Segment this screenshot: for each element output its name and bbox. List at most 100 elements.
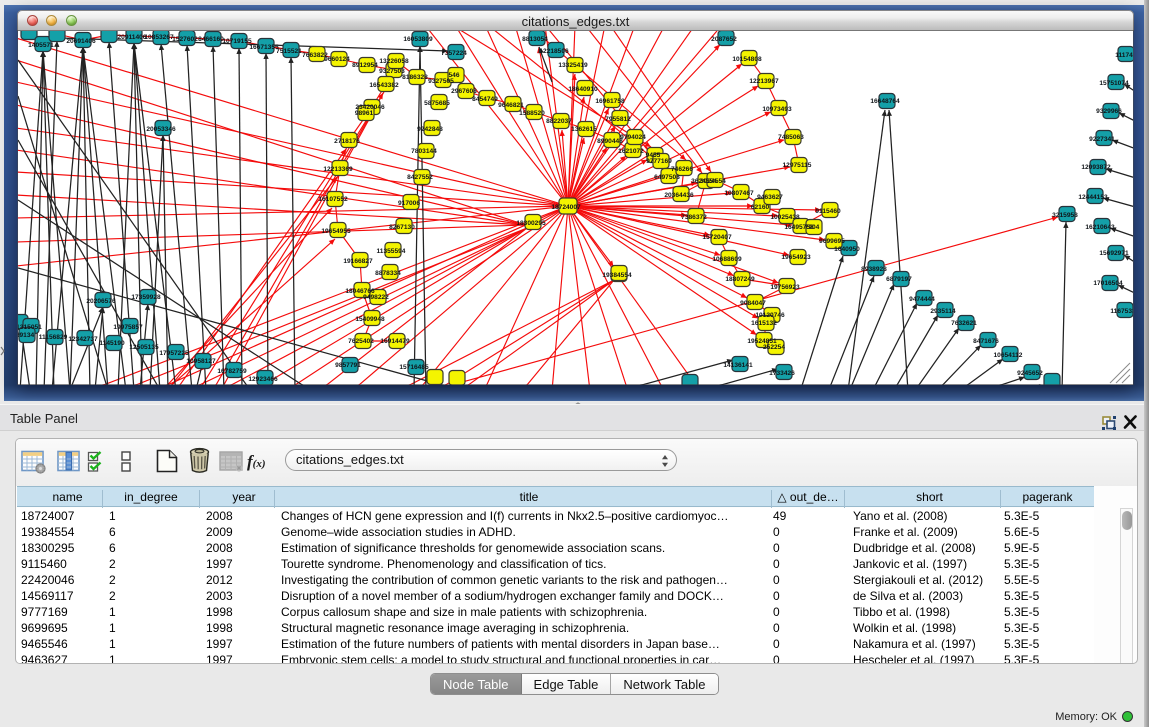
svg-text:8471676: 8471676 bbox=[973, 338, 999, 345]
svg-text:8267130: 8267130 bbox=[389, 224, 415, 231]
svg-text:18300295: 18300295 bbox=[516, 220, 546, 227]
svg-text:9463627: 9463627 bbox=[757, 194, 783, 201]
svg-text:9699695: 9699695 bbox=[819, 238, 845, 245]
svg-text:19756923: 19756923 bbox=[770, 284, 800, 291]
svg-text:13226058: 13226058 bbox=[379, 58, 409, 65]
svg-text:9327505: 9327505 bbox=[428, 78, 454, 85]
svg-text:1362615: 1362615 bbox=[571, 126, 597, 133]
svg-text:1315051: 1315051 bbox=[18, 324, 42, 331]
svg-text:7485063: 7485063 bbox=[778, 134, 804, 141]
svg-text:16543382: 16543382 bbox=[369, 82, 399, 89]
svg-text:8822037: 8822037 bbox=[546, 118, 572, 125]
svg-text:8938928: 8938928 bbox=[861, 266, 887, 273]
svg-text:20206576: 20206576 bbox=[86, 298, 116, 305]
svg-text:7904: 7904 bbox=[805, 224, 820, 231]
svg-text:1733426: 1733426 bbox=[769, 370, 795, 377]
svg-text:12093872: 12093872 bbox=[1081, 164, 1111, 171]
svg-text:19975857: 19975857 bbox=[113, 324, 143, 331]
svg-text:5875685: 5875685 bbox=[424, 100, 450, 107]
svg-text:9227341: 9227341 bbox=[1089, 136, 1115, 143]
svg-text:19654955: 19654955 bbox=[321, 228, 351, 235]
svg-text:18724007: 18724007 bbox=[551, 204, 581, 211]
svg-text:12342737: 12342737 bbox=[68, 336, 98, 343]
svg-text:15751074: 15751074 bbox=[1099, 80, 1129, 87]
svg-text:7955812: 7955812 bbox=[605, 116, 631, 123]
svg-text:746266: 746266 bbox=[671, 166, 693, 173]
svg-text:7632621: 7632621 bbox=[951, 320, 977, 327]
svg-text:1588520: 1588520 bbox=[519, 110, 545, 117]
svg-text:16914479: 16914479 bbox=[380, 338, 410, 345]
svg-text:1527602: 1527602 bbox=[172, 36, 198, 43]
svg-text:12218506: 12218506 bbox=[539, 48, 569, 55]
svg-text:7386372: 7386372 bbox=[681, 214, 707, 221]
svg-text:16961758: 16961758 bbox=[595, 98, 625, 105]
svg-text:12444153: 12444153 bbox=[1078, 194, 1108, 201]
svg-text:8427552: 8427552 bbox=[407, 174, 433, 181]
svg-text:10120746: 10120746 bbox=[755, 312, 785, 319]
svg-text:15720407: 15720407 bbox=[702, 234, 732, 241]
svg-text:10688609: 10688609 bbox=[712, 256, 742, 263]
svg-text:12213369: 12213369 bbox=[323, 166, 353, 173]
svg-text:9474444: 9474444 bbox=[909, 296, 935, 303]
svg-text:1640950: 1640950 bbox=[834, 246, 860, 253]
svg-text:10719155: 10719155 bbox=[222, 38, 252, 45]
svg-text:8912954: 8912954 bbox=[352, 62, 378, 69]
svg-text:9245652: 9245652 bbox=[1017, 370, 1043, 377]
svg-text:19384554: 19384554 bbox=[602, 272, 632, 279]
svg-text:12505135: 12505135 bbox=[129, 344, 159, 351]
svg-text:20364436: 20364436 bbox=[664, 192, 694, 199]
svg-text:252254: 252254 bbox=[763, 344, 785, 351]
svg-text:13325419: 13325419 bbox=[558, 62, 588, 69]
svg-text:1145190: 1145190 bbox=[99, 340, 125, 347]
svg-text:10958127: 10958127 bbox=[186, 358, 216, 365]
svg-text:8454749: 8454749 bbox=[472, 96, 498, 103]
svg-text:16053809: 16053809 bbox=[403, 36, 433, 43]
svg-text:19166827: 19166827 bbox=[343, 258, 373, 265]
svg-text:1167533: 1167533 bbox=[1110, 308, 1133, 315]
svg-text:17359928: 17359928 bbox=[131, 294, 161, 301]
svg-text:20911406: 20911406 bbox=[118, 34, 147, 41]
svg-text:20691406: 20691406 bbox=[66, 38, 96, 45]
svg-text:98961: 98961 bbox=[355, 110, 374, 117]
svg-text:16671355: 16671355 bbox=[249, 44, 279, 51]
svg-text:16782759: 16782759 bbox=[217, 368, 247, 375]
svg-text:10807467: 10807467 bbox=[724, 190, 754, 197]
svg-text:15692971: 15692971 bbox=[1099, 250, 1129, 257]
svg-text:39134: 39134 bbox=[18, 332, 34, 339]
svg-text:2967608: 2967608 bbox=[451, 88, 477, 95]
svg-text:12975115: 12975115 bbox=[783, 162, 812, 169]
svg-text:546: 546 bbox=[448, 72, 459, 79]
svg-text:2087652: 2087652 bbox=[711, 36, 737, 43]
svg-text:9329966: 9329966 bbox=[1096, 108, 1122, 115]
svg-text:20053346: 20053346 bbox=[146, 126, 176, 133]
svg-text:10654112: 10654112 bbox=[994, 352, 1023, 359]
svg-text:1621072: 1621072 bbox=[618, 148, 644, 155]
svg-text:10853267: 10853267 bbox=[144, 34, 174, 41]
svg-text:3215958: 3215958 bbox=[1052, 212, 1078, 219]
svg-text:11156829: 11156829 bbox=[39, 334, 68, 341]
svg-text:18807249: 18807249 bbox=[725, 276, 755, 283]
svg-text:9084047: 9084047 bbox=[740, 300, 766, 307]
svg-text:3024554: 3024554 bbox=[700, 178, 726, 185]
svg-text:17957225: 17957225 bbox=[159, 350, 189, 357]
svg-text:2718176: 2718176 bbox=[334, 138, 360, 145]
svg-text:9794024: 9794024 bbox=[620, 134, 646, 141]
svg-text:7803144: 7803144 bbox=[411, 148, 437, 155]
svg-text:16648764: 16648764 bbox=[870, 98, 900, 105]
svg-text:10154808: 10154808 bbox=[732, 56, 762, 63]
svg-text:6497508: 6497508 bbox=[654, 174, 680, 181]
svg-text:19654923: 19654923 bbox=[781, 254, 811, 261]
svg-text:7625402: 7625402 bbox=[348, 338, 374, 345]
svg-text:10025438: 10025438 bbox=[770, 214, 800, 221]
svg-text:9857791: 9857791 bbox=[335, 362, 361, 369]
svg-text:9498222: 9498222 bbox=[363, 294, 389, 301]
svg-text:917006: 917006 bbox=[398, 200, 420, 207]
svg-text:62160: 62160 bbox=[751, 204, 770, 211]
svg-text:16210643: 16210643 bbox=[1085, 224, 1115, 231]
svg-text:1615132: 1615132 bbox=[751, 320, 777, 327]
svg-text:9646821: 9646821 bbox=[498, 102, 524, 109]
svg-text:15716485: 15716485 bbox=[399, 364, 429, 371]
svg-text:2935114: 2935114 bbox=[930, 308, 956, 315]
svg-text:6879197: 6879197 bbox=[886, 276, 912, 283]
svg-text:9115460: 9115460 bbox=[815, 208, 841, 215]
